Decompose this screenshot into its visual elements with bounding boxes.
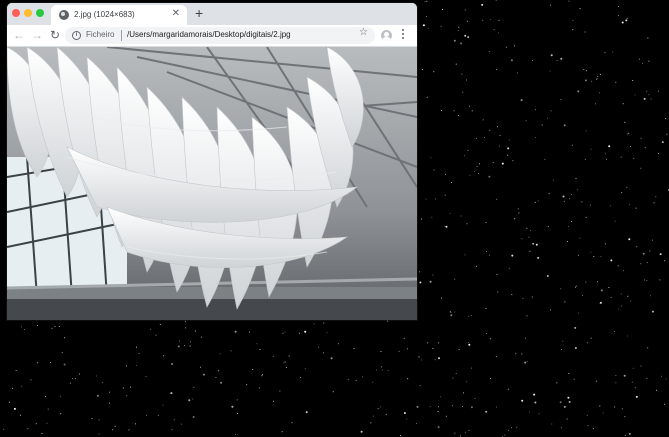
close-window-button[interactable] [12,9,20,17]
reload-icon[interactable]: ↻ [50,28,60,42]
arrow-right-icon[interactable]: → [31,28,43,42]
browser-window: 2.jpg (1024×683) ✕ + ← → ↻ i Ficheiro /U… [7,3,417,320]
avatar-icon[interactable] [381,30,392,41]
kebab-menu-icon[interactable] [402,29,405,42]
close-icon[interactable]: ✕ [172,9,180,19]
globe-icon [59,10,69,20]
maximize-window-button[interactable] [36,9,44,17]
tab-active[interactable]: 2.jpg (1024×683) ✕ [51,5,187,25]
url-text[interactable]: /Users/margaridamorais/Desktop/digitais/… [127,30,291,39]
toolbar: ← → ↻ i Ficheiro /Users/margaridamorais/… [7,25,417,47]
page-viewport [7,47,417,320]
info-icon[interactable]: i [72,31,81,40]
address-divider [121,30,122,41]
new-tab-button[interactable]: + [195,6,203,20]
address-bar[interactable]: i Ficheiro /Users/margaridamorais/Deskto… [65,27,375,44]
minimize-window-button[interactable] [24,9,32,17]
photo-image[interactable] [7,47,417,320]
tab-strip: 2.jpg (1024×683) ✕ + [7,3,417,25]
tab-title: 2.jpg (1024×683) [74,10,135,19]
arrow-left-icon[interactable]: ← [13,28,25,42]
star-icon[interactable]: ☆ [359,28,368,38]
security-label: Ficheiro [86,30,115,39]
